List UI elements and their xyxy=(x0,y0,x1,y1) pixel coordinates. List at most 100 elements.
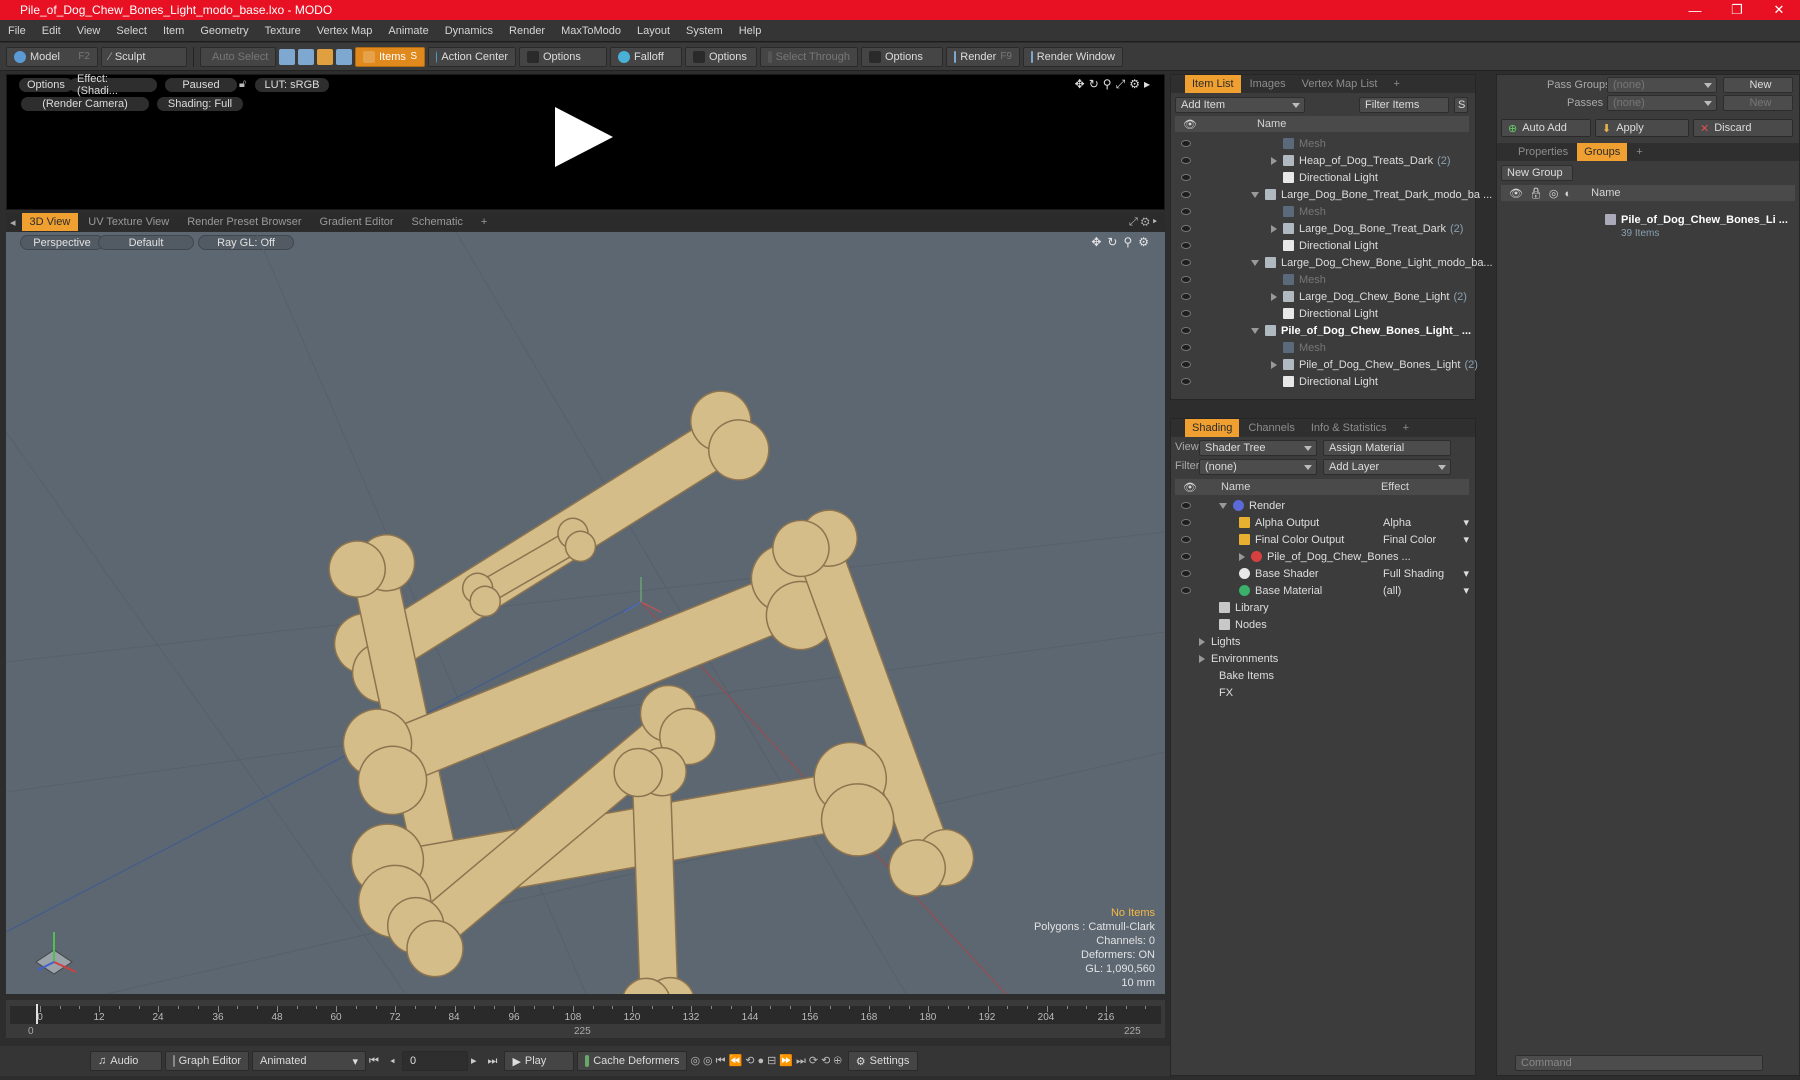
effect-dropdown[interactable]: (all) ▾ xyxy=(1383,582,1469,599)
animated-dropdown[interactable]: Animated ▾ xyxy=(252,1051,366,1071)
action-center-options-button[interactable]: Options xyxy=(519,46,607,67)
refresh-icon[interactable]: ↻ xyxy=(1089,77,1103,91)
auto-add-button[interactable]: ⊕ Auto Add xyxy=(1501,119,1591,137)
minimize-button[interactable]: — xyxy=(1674,3,1716,18)
collapse-arrow-icon[interactable] xyxy=(1271,360,1277,369)
list-item[interactable]: Mesh xyxy=(1271,271,1326,288)
visibility-eye-icon[interactable] xyxy=(1181,344,1191,351)
tab-render-preset-browser[interactable]: Render Preset Browser xyxy=(179,213,309,231)
maximize-button[interactable]: ❐ xyxy=(1716,2,1758,18)
add-tab-button[interactable]: + xyxy=(1386,75,1406,93)
menu-maxtomodo[interactable]: MaxToModo xyxy=(553,25,629,37)
render-window-button[interactable]: Render Window xyxy=(1023,46,1123,67)
play-button[interactable]: ▶ Play xyxy=(504,1051,575,1071)
scene-item[interactable]: Large_Dog_Chew_Bone_Light_modo_ba... xyxy=(1251,254,1493,271)
expand-arrow-icon[interactable] xyxy=(1251,259,1259,266)
menu-select[interactable]: Select xyxy=(108,25,155,37)
expand-arrow-icon[interactable] xyxy=(1251,327,1259,334)
visibility-eye-icon[interactable] xyxy=(1181,208,1191,215)
timeline[interactable]: 0 12 24 36 48 60 72 84 96 108 120 132 14… xyxy=(6,1000,1165,1038)
render-button[interactable]: Render F9 xyxy=(946,46,1020,67)
shader-layer[interactable]: Bake Items xyxy=(1219,667,1274,684)
list-item[interactable]: Mesh xyxy=(1271,135,1326,152)
list-item[interactable]: Heap_of_Dog_Treats_Dark (2) xyxy=(1271,152,1451,169)
shader-layer[interactable]: Final Color Output xyxy=(1239,531,1344,548)
prev-key-buttons[interactable]: ⏮ ◂ xyxy=(369,1055,399,1068)
menu-item[interactable]: Item xyxy=(155,25,192,37)
shader-layer[interactable]: FX xyxy=(1219,684,1233,701)
tab-uv-texture-view[interactable]: UV Texture View xyxy=(80,213,177,231)
falloff-options-button[interactable]: Options xyxy=(685,46,757,67)
add-tab-button[interactable]: + xyxy=(473,213,495,231)
add-tab-button[interactable]: + xyxy=(1629,143,1649,161)
shader-layer[interactable]: Pile_of_Dog_Chew_Bones ... xyxy=(1239,548,1411,565)
visibility-eye-icon[interactable] xyxy=(1181,293,1191,300)
menu-file[interactable]: File xyxy=(0,25,34,37)
timeline-ruler[interactable]: 0 12 24 36 48 60 72 84 96 108 120 132 14… xyxy=(10,1006,1161,1024)
zoom-icon[interactable]: ⚲ xyxy=(1103,77,1116,91)
menu-geometry[interactable]: Geometry xyxy=(192,25,256,37)
add-layer-dropdown[interactable]: Add Layer xyxy=(1323,459,1451,475)
visibility-eye-icon[interactable] xyxy=(1181,570,1191,577)
filter-items-input[interactable]: Filter Items xyxy=(1359,97,1449,113)
visibility-eye-icon[interactable] xyxy=(1181,174,1191,181)
command-input[interactable]: Command xyxy=(1515,1055,1763,1071)
visibility-eye-icon[interactable] xyxy=(1181,157,1191,164)
shader-layer[interactable]: Environments xyxy=(1199,650,1278,667)
model-mode-button[interactable]: Model F2 xyxy=(6,46,98,67)
menu-dynamics[interactable]: Dynamics xyxy=(437,25,501,37)
3d-viewport[interactable]: Perspective Default Ray GL: Off ✥↻⚲⚙ No … xyxy=(6,232,1165,994)
visibility-eye-icon[interactable] xyxy=(1181,225,1191,232)
effect-dropdown[interactable]: Final Color ▾ xyxy=(1383,531,1469,548)
visibility-eye-icon[interactable] xyxy=(1181,519,1191,526)
menu-animate[interactable]: Animate xyxy=(380,25,436,37)
render-camera-dropdown[interactable]: (Render Camera) xyxy=(21,97,149,111)
pass-groups-dropdown[interactable]: (none) xyxy=(1607,77,1717,93)
menu-layout[interactable]: Layout xyxy=(629,25,678,37)
new-pass-group-button[interactable]: New xyxy=(1723,77,1793,93)
tab-item-list[interactable]: Item List xyxy=(1185,75,1241,93)
shader-layer[interactable]: Render xyxy=(1219,497,1285,514)
visibility-eye-icon[interactable] xyxy=(1181,242,1191,249)
menu-vertex-map[interactable]: Vertex Map xyxy=(309,25,381,37)
tab-groups[interactable]: Groups xyxy=(1577,143,1628,161)
playhead[interactable] xyxy=(36,1004,38,1024)
apply-button[interactable]: ⬇ Apply xyxy=(1595,119,1689,137)
polygons-mode-icon[interactable] xyxy=(317,48,333,65)
lut-dropdown[interactable]: LUT: sRGB xyxy=(255,78,329,92)
assign-material-button[interactable]: Assign Material xyxy=(1323,440,1451,456)
shader-layer[interactable]: Nodes xyxy=(1219,616,1267,633)
visibility-eye-icon[interactable] xyxy=(1181,276,1191,283)
visibility-eye-icon[interactable] xyxy=(1181,587,1191,594)
list-item[interactable]: Large_Dog_Bone_Treat_Dark (2) xyxy=(1271,220,1463,237)
preview-effect-dropdown[interactable]: Effect: (Shadi... xyxy=(69,73,157,97)
shader-layer[interactable]: Alpha Output xyxy=(1239,514,1319,531)
preview-paused-button[interactable]: Paused xyxy=(165,78,237,92)
new-pass-button[interactable]: New xyxy=(1723,95,1793,111)
visibility-eye-icon[interactable] xyxy=(1181,191,1191,198)
sculpt-mode-button[interactable]: ⁄ Sculpt xyxy=(101,46,187,67)
scene-item[interactable]: Large_Dog_Bone_Treat_Dark_modo_ba ... xyxy=(1251,186,1492,203)
passes-dropdown[interactable]: (none) xyxy=(1607,95,1717,111)
list-item[interactable]: Directional Light xyxy=(1271,305,1378,322)
tab-vertex-map-list[interactable]: Vertex Map List xyxy=(1295,75,1385,93)
tab-3d-view[interactable]: 3D View xyxy=(21,213,79,231)
visibility-eye-icon[interactable] xyxy=(1181,502,1191,509)
tab-channels[interactable]: Channels xyxy=(1241,419,1301,437)
collapse-arrow-icon[interactable] xyxy=(1271,292,1277,301)
expand-icon[interactable]: ⤢ xyxy=(1116,77,1130,91)
menu-texture[interactable]: Texture xyxy=(257,25,309,37)
viewport-tab-controls[interactable]: ⤢ ⚙ ▸ xyxy=(1121,213,1165,231)
audio-button[interactable]: ♫ Audio xyxy=(90,1051,162,1071)
discard-button[interactable]: ✕ Discard xyxy=(1693,119,1793,137)
list-item[interactable]: Directional Light xyxy=(1271,169,1378,186)
shader-layer[interactable]: Library xyxy=(1219,599,1269,616)
expand-arrow-icon[interactable] xyxy=(1199,654,1205,663)
add-item-dropdown[interactable]: Add Item xyxy=(1175,97,1305,113)
keyframe-tool-icons[interactable]: ◎◎⏮⏪⟲●⊟⏩⏭⟳⟲⊕ xyxy=(690,1054,844,1068)
arrow-right-icon[interactable]: ▸ xyxy=(1144,77,1154,91)
filter-dropdown[interactable]: (none) xyxy=(1199,459,1317,475)
s-button[interactable]: S xyxy=(1454,97,1468,113)
select-through-options-button[interactable]: Options xyxy=(861,46,943,67)
action-center-button[interactable]: Action Center xyxy=(428,46,516,67)
